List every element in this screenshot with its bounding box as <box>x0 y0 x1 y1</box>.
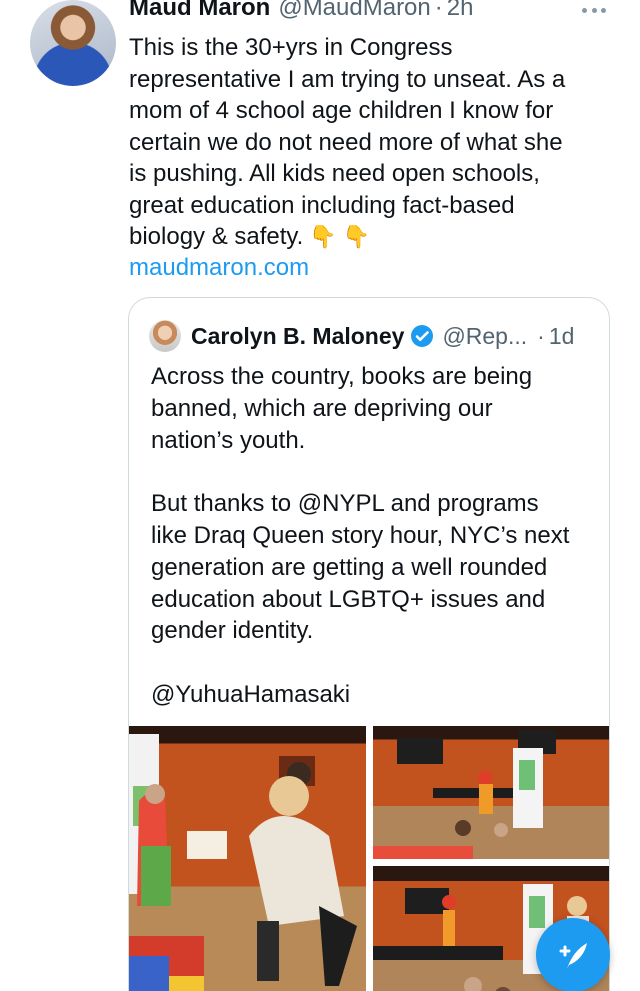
quoted-author-avatar[interactable] <box>149 320 181 352</box>
media-photo-room[interactable] <box>373 726 609 859</box>
quoted-tweet-timestamp[interactable]: 1d <box>549 323 575 350</box>
tweet-link[interactable]: maudmaron.com <box>129 254 309 282</box>
quoted-tweet-text: Across the country, books are being bann… <box>151 363 570 708</box>
compose-tweet-button[interactable] <box>536 918 610 991</box>
quoted-tweet-card[interactable]: Carolyn B. Maloney @Rep... · 1d Across t… <box>128 297 610 991</box>
tweet-header: Maud Maron @MaudMaron · 2h <box>129 0 473 28</box>
author-name[interactable]: Maud Maron <box>129 0 270 22</box>
more-dot <box>582 7 587 13</box>
tweet-text: This is the 30+yrs in Congress represent… <box>129 34 566 250</box>
tweet-body: This is the 30+yrs in Congress represent… <box>129 32 599 253</box>
quoted-author-name[interactable]: Carolyn B. Maloney <box>191 323 404 350</box>
verified-badge-icon <box>411 325 434 347</box>
quoted-author-handle[interactable]: @Rep... <box>442 323 527 350</box>
author-avatar[interactable] <box>30 0 116 86</box>
pointing-down-emoji: 👇 👇 <box>309 224 371 249</box>
compose-tweet-icon <box>559 943 587 969</box>
author-handle[interactable]: @MaudMaron <box>278 0 430 22</box>
media-photo-reading[interactable] <box>129 726 366 991</box>
separator-dot: · <box>537 322 545 349</box>
photo-scene <box>373 730 556 859</box>
more-dot <box>591 7 597 13</box>
tweet-timestamp[interactable]: 2h <box>447 0 474 22</box>
photo-scene <box>129 734 357 991</box>
quoted-tweet-header: Carolyn B. Maloney @Rep... · 1d <box>149 320 574 352</box>
more-options-icon[interactable] <box>582 6 606 14</box>
separator-dot: · <box>434 0 443 21</box>
more-dot <box>601 7 606 13</box>
